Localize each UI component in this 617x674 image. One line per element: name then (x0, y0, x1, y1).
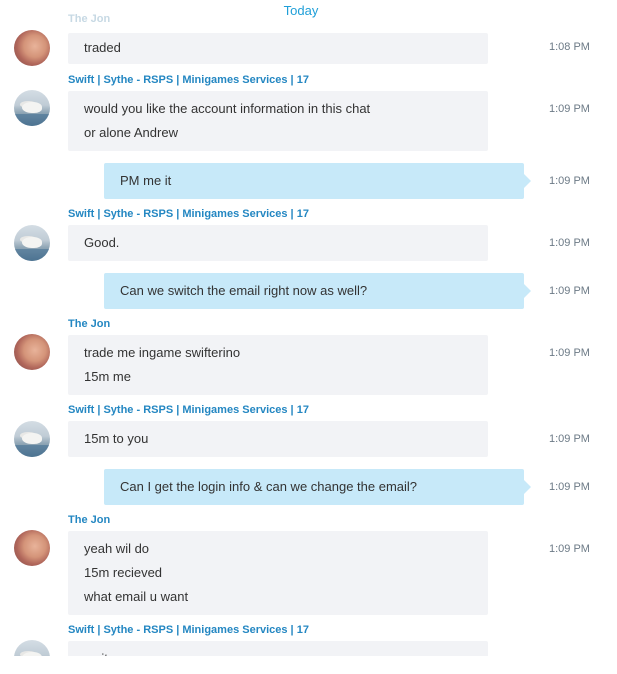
message-timestamp: 1:09 PM (549, 481, 590, 493)
message-line: 15m to you (84, 431, 149, 446)
message-timestamp: 1:09 PM (549, 237, 590, 249)
message-line: or alone Andrew (84, 125, 178, 140)
message-line: Can we switch the email right now as wel… (120, 283, 368, 298)
sender-name: Swift | Sythe - RSPS | Minigames Service… (68, 624, 309, 636)
message-line: traded (84, 40, 121, 55)
message-bubble[interactable]: 15m to you (68, 421, 488, 457)
outgoing-message-bubble[interactable]: PM me it (104, 163, 531, 199)
chat-history[interactable]: Today The Jon traded 1:08 PM Swift | Syt… (0, 0, 617, 656)
message-bubble[interactable]: ye it (68, 641, 488, 656)
message-line: 15m recieved (84, 565, 163, 580)
sender-name: Swift | Sythe - RSPS | Minigames Service… (68, 74, 309, 86)
message-line: PM me it (120, 173, 172, 188)
message-bubble[interactable]: trade me ingame swifterino 15m me (68, 335, 488, 395)
outgoing-message-bubble[interactable]: Can I get the login info & can we change… (104, 469, 531, 505)
sender-name: The Jon (68, 514, 111, 526)
message-line: what email u want (84, 589, 189, 604)
the-jon-avatar-icon[interactable] (14, 334, 50, 370)
message-timestamp: 1:09 PM (549, 433, 590, 445)
message-line: Can I get the login info & can we change… (120, 479, 418, 494)
swift-avatar-icon[interactable] (14, 90, 50, 126)
message-bubble[interactable]: Good. (68, 225, 488, 261)
message-timestamp: 1:09 PM (549, 175, 590, 187)
message-timestamp: 1:09 PM (549, 285, 590, 297)
message-timestamp: 1:09 PM (549, 347, 590, 359)
sender-name: The Jon (68, 318, 111, 330)
sender-name: Swift | Sythe - RSPS | Minigames Service… (68, 404, 309, 416)
message-line: 15m me (84, 369, 131, 384)
the-jon-avatar-icon[interactable] (14, 530, 50, 566)
sender-name: The Jon (68, 13, 111, 25)
message-line: Good. (84, 235, 120, 250)
swift-avatar-icon[interactable] (14, 421, 50, 457)
message-timestamp: 1:09 PM (549, 543, 590, 555)
message-timestamp: 1:09 PM (549, 103, 590, 115)
outgoing-message-bubble[interactable]: Can we switch the email right now as wel… (104, 273, 531, 309)
the-jon-avatar-icon[interactable] (14, 30, 50, 66)
message-bubble[interactable]: yeah wil do 15m recieved what email u wa… (68, 531, 488, 615)
message-bubble[interactable]: would you like the account information i… (68, 91, 488, 151)
message-line: would you like the account information i… (84, 101, 371, 116)
message-line: yeah wil do (84, 541, 150, 556)
message-timestamp: 1:08 PM (549, 41, 590, 53)
swift-avatar-icon[interactable] (14, 225, 50, 261)
sender-name: Swift | Sythe - RSPS | Minigames Service… (68, 208, 309, 220)
message-line: trade me ingame swifterino (84, 345, 241, 360)
message-bubble[interactable]: traded (68, 33, 488, 64)
message-line: ye it (84, 647, 472, 656)
swift-avatar-icon[interactable] (14, 640, 50, 656)
